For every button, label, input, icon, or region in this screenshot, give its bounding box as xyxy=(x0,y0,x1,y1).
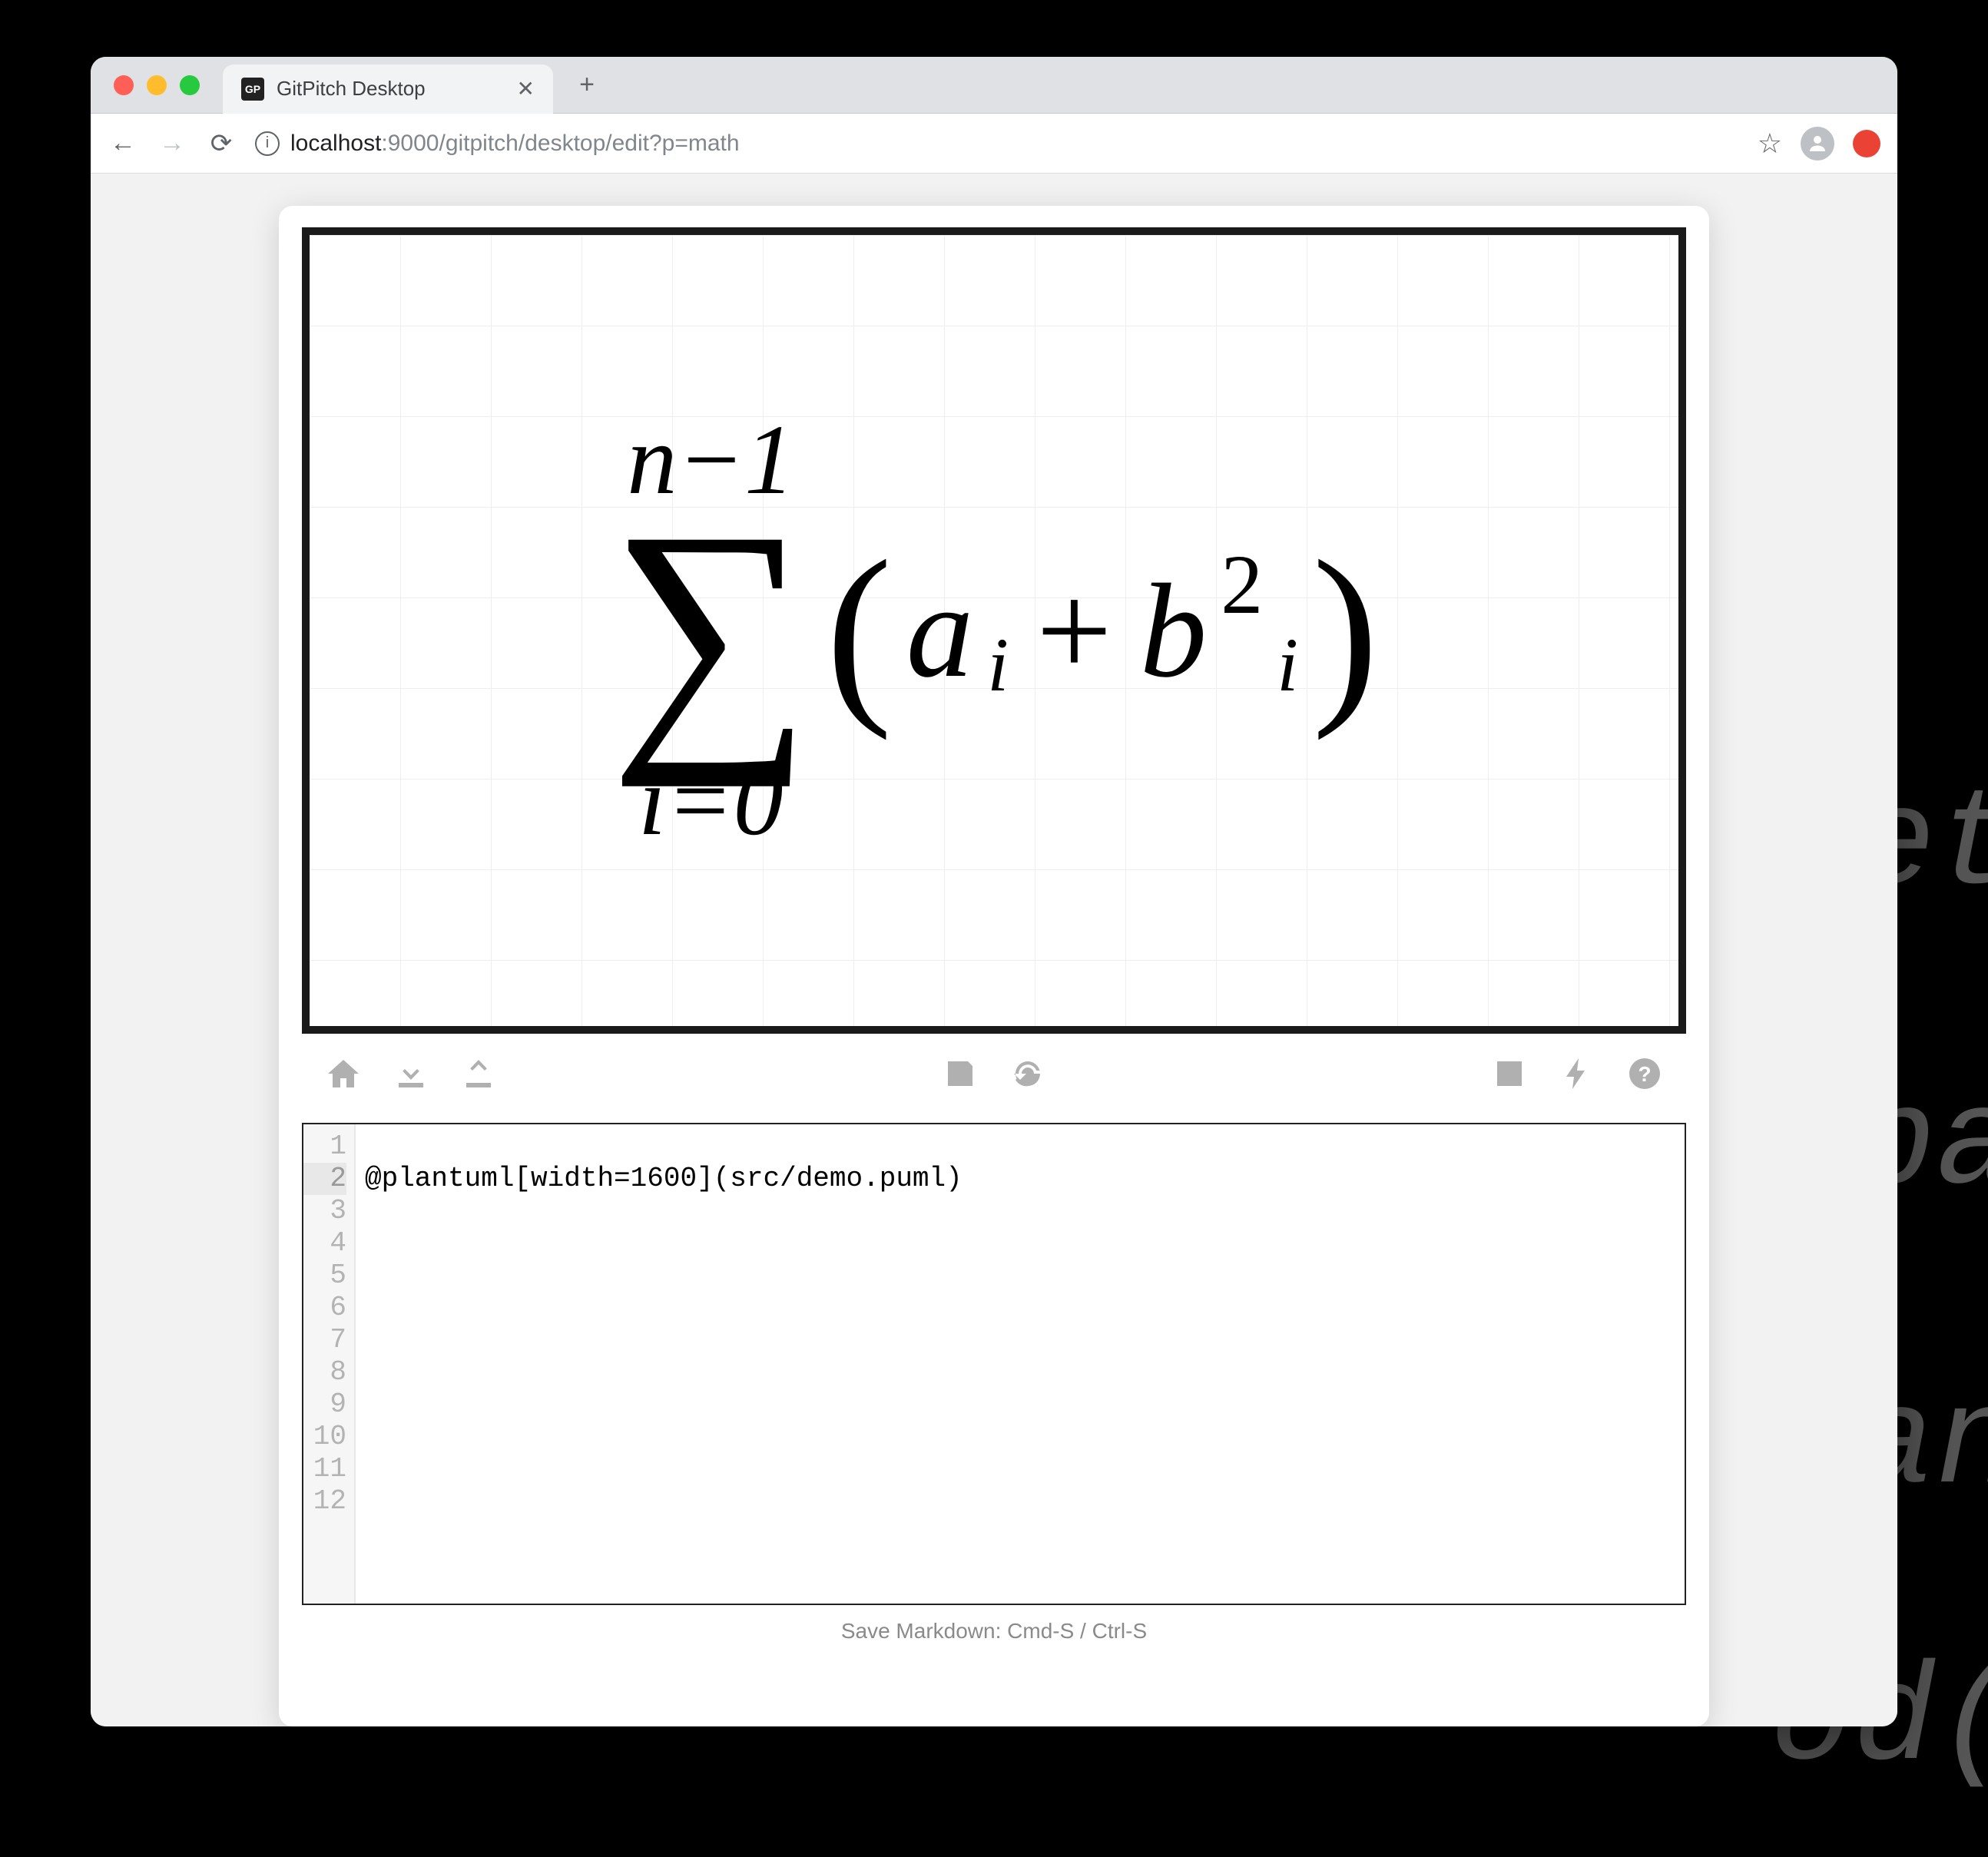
sigma-symbol: ∑ xyxy=(609,510,812,752)
traffic-lights xyxy=(114,75,200,95)
titlebar: GP GitPitch Desktop ✕ + xyxy=(91,57,1897,114)
code-editor[interactable]: 123456789101112 @plantuml[width=1600](sr… xyxy=(302,1123,1686,1605)
close-tab-button[interactable]: ✕ xyxy=(517,76,535,101)
slide-preview: n−1 ∑ i=0 ( ai + b2i ) xyxy=(302,227,1686,1034)
b-variable: b xyxy=(1140,554,1208,708)
editor-toolbar: ? xyxy=(279,1034,1709,1123)
extension-icon[interactable] xyxy=(1853,130,1880,157)
plus-operator: + xyxy=(1036,554,1112,708)
b-superscript: 2 xyxy=(1221,536,1263,634)
content-area: n−1 ∑ i=0 ( ai + b2i ) xyxy=(91,174,1897,1726)
left-paren: ( xyxy=(826,516,893,746)
refresh-icon[interactable] xyxy=(1009,1055,1046,1101)
close-window-button[interactable] xyxy=(114,75,134,95)
image-icon[interactable] xyxy=(1491,1055,1528,1101)
status-bar: Save Markdown: Cmd-S / Ctrl-S xyxy=(279,1605,1709,1643)
svg-text:?: ? xyxy=(1638,1062,1651,1086)
a-subscript: i xyxy=(987,621,1009,709)
right-paren: ) xyxy=(1312,516,1379,746)
tab-title: GitPitch Desktop xyxy=(277,77,505,101)
url-bar[interactable]: i localhost:9000/gitpitch/desktop/edit?p… xyxy=(255,131,1739,157)
save-icon[interactable] xyxy=(942,1055,979,1101)
forward-button[interactable]: → xyxy=(157,128,187,158)
maximize-window-button[interactable] xyxy=(180,75,200,95)
line-gutter: 123456789101112 xyxy=(303,1124,356,1604)
help-icon[interactable]: ? xyxy=(1626,1055,1663,1101)
upload-icon[interactable] xyxy=(460,1055,497,1101)
a-variable: a xyxy=(906,554,974,708)
new-tab-button[interactable]: + xyxy=(572,70,602,101)
bookmark-button[interactable]: ☆ xyxy=(1758,127,1782,160)
app-panel: n−1 ∑ i=0 ( ai + b2i ) xyxy=(279,206,1709,1726)
favicon: GP xyxy=(241,78,264,101)
profile-button[interactable] xyxy=(1801,127,1834,161)
sigma-lower-limit: i=0 xyxy=(638,751,784,851)
download-icon[interactable] xyxy=(393,1055,429,1101)
back-button[interactable]: ← xyxy=(108,128,138,158)
address-bar-row: ← → ⟳ i localhost:9000/gitpitch/desktop/… xyxy=(91,114,1897,174)
home-icon[interactable] xyxy=(325,1055,362,1101)
minimize-window-button[interactable] xyxy=(147,75,167,95)
lightning-icon[interactable] xyxy=(1559,1055,1595,1101)
reload-button[interactable]: ⟳ xyxy=(206,128,237,159)
b-subscript: i xyxy=(1277,621,1298,709)
browser-tab[interactable]: GP GitPitch Desktop ✕ xyxy=(223,65,553,114)
url-host: localhost xyxy=(290,131,381,156)
code-content[interactable]: @plantuml[width=1600](src/demo.puml) xyxy=(356,1124,1685,1604)
url-path: :9000/gitpitch/desktop/edit?p=math xyxy=(381,131,739,156)
site-info-icon[interactable]: i xyxy=(255,131,280,156)
browser-window: GP GitPitch Desktop ✕ + ← → ⟳ i localhos… xyxy=(91,57,1897,1726)
math-formula: n−1 ∑ i=0 ( ai + b2i ) xyxy=(609,410,1378,852)
